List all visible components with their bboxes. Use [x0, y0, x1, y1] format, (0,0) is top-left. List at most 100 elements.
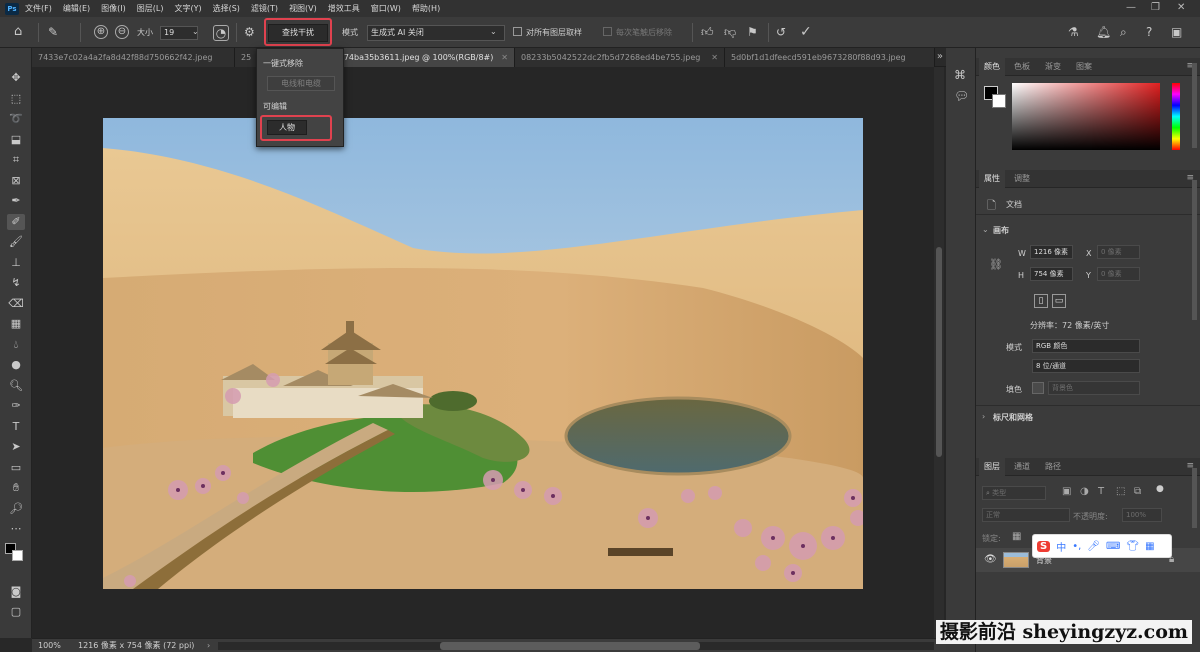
- menu-window[interactable]: 窗口(W): [371, 3, 401, 14]
- fill-select[interactable]: 背景色: [1048, 381, 1140, 395]
- bit-depth-select[interactable]: 8 位/通道: [1032, 359, 1140, 373]
- panel-scrollbar[interactable]: [1192, 180, 1197, 320]
- y-input[interactable]: 0 像素: [1097, 267, 1140, 281]
- crop-tool-icon[interactable]: ⌗: [7, 152, 25, 168]
- hand-tool-icon[interactable]: ✋︎: [7, 480, 25, 496]
- ime-keyboard-icon[interactable]: ⌨: [1106, 541, 1120, 552]
- panel-scrollbar[interactable]: [1192, 63, 1197, 148]
- move-tool-icon[interactable]: ✥: [7, 70, 25, 86]
- lock-pixels-icon[interactable]: ▦: [1012, 531, 1021, 542]
- width-input[interactable]: 1216 像素: [1030, 245, 1073, 259]
- opacity-input[interactable]: 100%: [1122, 508, 1162, 522]
- menu-filter[interactable]: 滤镜(T): [251, 3, 278, 14]
- minimize-icon[interactable]: —: [1126, 2, 1136, 13]
- tab-paths[interactable]: 路径: [1040, 458, 1066, 476]
- commit-check-icon[interactable]: ✓: [800, 25, 812, 39]
- panel-scrollbar[interactable]: [1192, 468, 1197, 528]
- tab-layers[interactable]: 图层: [979, 458, 1005, 476]
- quick-mask-icon[interactable]: ◙: [7, 584, 25, 600]
- lasso-tool-icon[interactable]: ➰: [7, 111, 25, 127]
- workspace-icon[interactable]: ▣: [1171, 25, 1182, 39]
- eyedropper-tool-icon[interactable]: ✒: [7, 193, 25, 209]
- add-brush-mode-icon[interactable]: ⊕: [94, 25, 108, 39]
- filter-pixel-icon[interactable]: ▣: [1062, 486, 1071, 497]
- close-tab-icon[interactable]: ✕: [711, 48, 718, 67]
- search-icon[interactable]: ⌕: [1120, 25, 1127, 39]
- document-image[interactable]: [103, 118, 863, 589]
- layer-filter-select[interactable]: ⌕ 类型: [982, 486, 1046, 500]
- sample-all-layers-checkbox[interactable]: [513, 27, 522, 36]
- close-icon[interactable]: ✕: [1177, 2, 1185, 13]
- remove-tool-preset-icon[interactable]: ✎: [48, 25, 58, 39]
- remove-after-stroke-checkbox[interactable]: [603, 27, 612, 36]
- vertical-scrollbar[interactable]: [934, 67, 944, 638]
- hue-slider[interactable]: [1172, 83, 1180, 150]
- zoom-level[interactable]: 100%: [38, 639, 61, 652]
- ime-microphone-icon[interactable]: 🎤︎: [1087, 541, 1100, 552]
- menu-layer[interactable]: 图层(L): [137, 3, 164, 14]
- filter-toggle-icon[interactable]: ●: [1156, 484, 1164, 494]
- ime-language-toggle[interactable]: 中: [1056, 539, 1066, 554]
- eraser-tool-icon[interactable]: ⌫: [7, 296, 25, 312]
- shape-tool-icon[interactable]: ▭: [7, 460, 25, 476]
- more-tabs-icon[interactable]: »: [937, 51, 943, 62]
- screen-mode-icon[interactable]: ▢: [7, 604, 25, 620]
- menu-file[interactable]: 文件(F): [25, 3, 52, 14]
- doc-tab[interactable]: 5d0bf1d1dfeecd591eb9673280f88d93.jpeg: [725, 48, 935, 67]
- reset-icon[interactable]: ↺: [776, 25, 786, 39]
- home-icon[interactable]: ⌂: [14, 25, 22, 39]
- pen-tool-icon[interactable]: ✑: [7, 398, 25, 414]
- portrait-icon[interactable]: ▯: [1034, 294, 1048, 308]
- type-tool-icon[interactable]: T: [7, 419, 25, 435]
- blur-tool-icon[interactable]: 💧︎: [7, 337, 25, 353]
- horizontal-scrollbar[interactable]: [218, 642, 934, 650]
- ime-grid-icon[interactable]: ▦: [1145, 541, 1154, 552]
- menu-edit[interactable]: 编辑(E): [63, 3, 90, 14]
- menu-plugins[interactable]: 增效工具: [328, 3, 360, 14]
- zoom-tool-icon[interactable]: 🔎︎: [7, 501, 25, 517]
- height-input[interactable]: 754 像素: [1030, 267, 1073, 281]
- thumbs-up-icon[interactable]: 👍︎: [701, 25, 714, 39]
- gradient-tool-icon[interactable]: ▦: [7, 316, 25, 332]
- color-mode-select[interactable]: RGB 颜色: [1032, 339, 1140, 353]
- status-arrow-icon[interactable]: ›: [207, 639, 210, 652]
- pressure-size-icon[interactable]: ◔: [213, 25, 229, 41]
- help-icon[interactable]: ?: [1146, 25, 1152, 39]
- tab-gradients[interactable]: 渐变: [1040, 58, 1066, 76]
- landscape-icon[interactable]: ▭: [1052, 294, 1066, 308]
- thumbs-down-icon[interactable]: 👎︎: [724, 25, 736, 39]
- flag-icon[interactable]: ⚑: [747, 25, 758, 39]
- subtract-brush-mode-icon[interactable]: ⊖: [115, 25, 129, 39]
- menu-help[interactable]: 帮助(H): [412, 3, 440, 14]
- filter-type-icon[interactable]: T: [1098, 486, 1104, 497]
- brush-tool-icon[interactable]: 🖌︎: [7, 234, 25, 250]
- tab-patterns[interactable]: 图案: [1071, 58, 1097, 76]
- menu-image[interactable]: 图像(I): [101, 3, 126, 14]
- mode-select[interactable]: 生成式 AI 关闭: [367, 25, 505, 41]
- tab-swatches[interactable]: 色板: [1009, 58, 1035, 76]
- doc-tab[interactable]: 08233b5042522dc2fb5d7268ed4be755.jpeg ✕: [515, 48, 725, 67]
- marquee-tool-icon[interactable]: ⬚: [7, 91, 25, 107]
- color-field[interactable]: [1012, 83, 1160, 150]
- fill-swatch[interactable]: [1032, 382, 1044, 394]
- path-select-tool-icon[interactable]: ➤: [7, 439, 25, 455]
- link-icon[interactable]: ⛓: [989, 258, 1003, 271]
- frame-tool-icon[interactable]: ⊠: [7, 173, 25, 189]
- dodge-tool-icon[interactable]: ●: [7, 357, 25, 373]
- eye-icon[interactable]: 👁︎: [984, 554, 997, 565]
- remove-tool-icon[interactable]: ✐: [7, 214, 25, 230]
- comments-panel-icon[interactable]: 💬︎: [954, 89, 969, 103]
- filter-smart-object-icon[interactable]: ⧉: [1134, 486, 1141, 497]
- stamp-tool-icon[interactable]: ⊥: [7, 255, 25, 271]
- filter-shape-icon[interactable]: ⬚: [1116, 486, 1125, 497]
- bell-icon[interactable]: 🔔︎: [1096, 25, 1111, 39]
- sponge-tool-icon[interactable]: 🔍︎: [7, 378, 25, 394]
- filter-adjustment-icon[interactable]: ◑: [1080, 486, 1089, 497]
- tab-properties[interactable]: 属性: [979, 170, 1005, 188]
- chevron-right-icon[interactable]: ›: [982, 412, 985, 421]
- menu-view[interactable]: 视图(V): [289, 3, 317, 14]
- menu-type[interactable]: 文字(Y): [174, 3, 201, 14]
- chevron-down-icon[interactable]: ⌄: [192, 25, 199, 39]
- menu-select[interactable]: 选择(S): [213, 3, 240, 14]
- history-brush-tool-icon[interactable]: ↯: [7, 275, 25, 291]
